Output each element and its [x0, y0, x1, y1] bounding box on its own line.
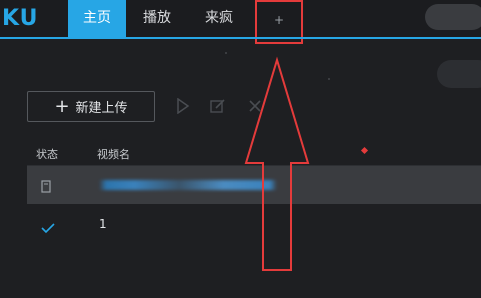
new-upload-label: 新建上传 [75, 101, 128, 116]
table-row[interactable]: 1 [27, 207, 481, 245]
secondary-pill [437, 60, 481, 88]
play-icon[interactable] [173, 96, 193, 116]
app-logo: KU [2, 6, 39, 31]
table-row[interactable] [27, 166, 481, 204]
new-upload-button[interactable]: + 新建上传 [27, 91, 155, 122]
nav-underline [0, 37, 481, 39]
video-name: 1 [99, 217, 107, 231]
header-status: 状态 [36, 148, 58, 161]
tab-home[interactable]: 主页 [68, 0, 126, 37]
speck [225, 52, 227, 54]
tab-play[interactable]: 播放 [130, 0, 184, 37]
file-icon [41, 178, 53, 193]
speck [328, 78, 330, 80]
delete-icon[interactable] [245, 96, 265, 116]
header-video-name: 视频名 [97, 148, 130, 161]
plus-icon: + [54, 95, 70, 117]
edit-icon[interactable] [208, 96, 228, 116]
blurred-video-name [99, 180, 277, 190]
table-header: 状态 视频名 [27, 143, 481, 166]
search-box[interactable] [425, 4, 481, 30]
top-nav-bar: KU 主页 播放 来疯 + [0, 0, 481, 44]
tab-laifeng[interactable]: 来疯 [192, 0, 246, 37]
check-icon [41, 219, 55, 234]
